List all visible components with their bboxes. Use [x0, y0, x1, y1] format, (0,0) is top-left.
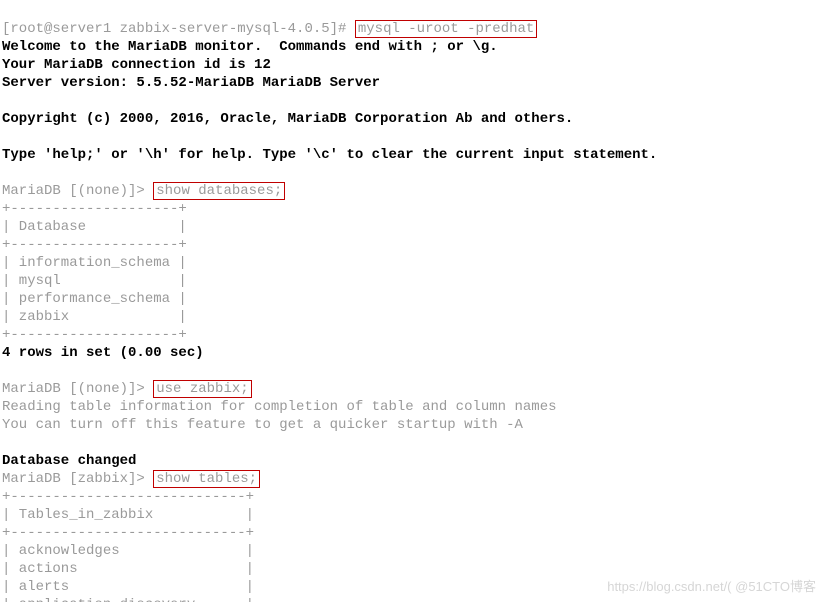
db-row-1: | mysql |	[2, 273, 187, 289]
mariadb-none-prompt-2: MariaDB [(none)]>	[2, 381, 153, 397]
welcome-line: Welcome to the MariaDB monitor. Commands…	[2, 39, 498, 55]
db-header: | Database |	[2, 219, 187, 235]
shell-prompt: [root@server1 zabbix-server-mysql-4.0.5]…	[2, 21, 355, 37]
rows-in-set: 4 rows in set (0.00 sec)	[2, 345, 204, 361]
turnoff-line: You can turn off this feature to get a q…	[2, 417, 523, 433]
cmd-show-tables: show tables;	[153, 470, 260, 488]
help-line: Type 'help;' or '\h' for help. Type '\c'…	[2, 147, 657, 163]
server-version-line: Server version: 5.5.52-MariaDB MariaDB S…	[2, 75, 380, 91]
cmd-use-zabbix: use zabbix;	[153, 380, 251, 398]
tbl-border-mid: +----------------------------+	[2, 525, 254, 541]
tbl-row-2: | alerts |	[2, 579, 254, 595]
cmd-mysql-login: mysql -uroot -predhat	[355, 20, 537, 38]
tbl-header: | Tables_in_zabbix |	[2, 507, 254, 523]
database-changed: Database changed	[2, 453, 136, 469]
db-border-bot: +--------------------+	[2, 327, 187, 343]
mariadb-none-prompt: MariaDB [(none)]>	[2, 183, 153, 199]
db-row-0: | information_schema |	[2, 255, 187, 271]
db-border-top: +--------------------+	[2, 201, 187, 217]
tbl-row-0: | acknowledges |	[2, 543, 254, 559]
copyright-line: Copyright (c) 2000, 2016, Oracle, MariaD…	[2, 111, 573, 127]
db-border-mid: +--------------------+	[2, 237, 187, 253]
tbl-row-3: | application_discovery |	[2, 597, 254, 602]
reading-line: Reading table information for completion…	[2, 399, 557, 415]
db-row-3: | zabbix |	[2, 309, 187, 325]
tbl-border-top: +----------------------------+	[2, 489, 254, 505]
cmd-show-databases: show databases;	[153, 182, 285, 200]
terminal-output: [root@server1 zabbix-server-mysql-4.0.5]…	[0, 0, 826, 602]
db-row-2: | performance_schema |	[2, 291, 187, 307]
connection-id-line: Your MariaDB connection id is 12	[2, 57, 271, 73]
tbl-row-1: | actions |	[2, 561, 254, 577]
mariadb-zabbix-prompt: MariaDB [zabbix]>	[2, 471, 153, 487]
